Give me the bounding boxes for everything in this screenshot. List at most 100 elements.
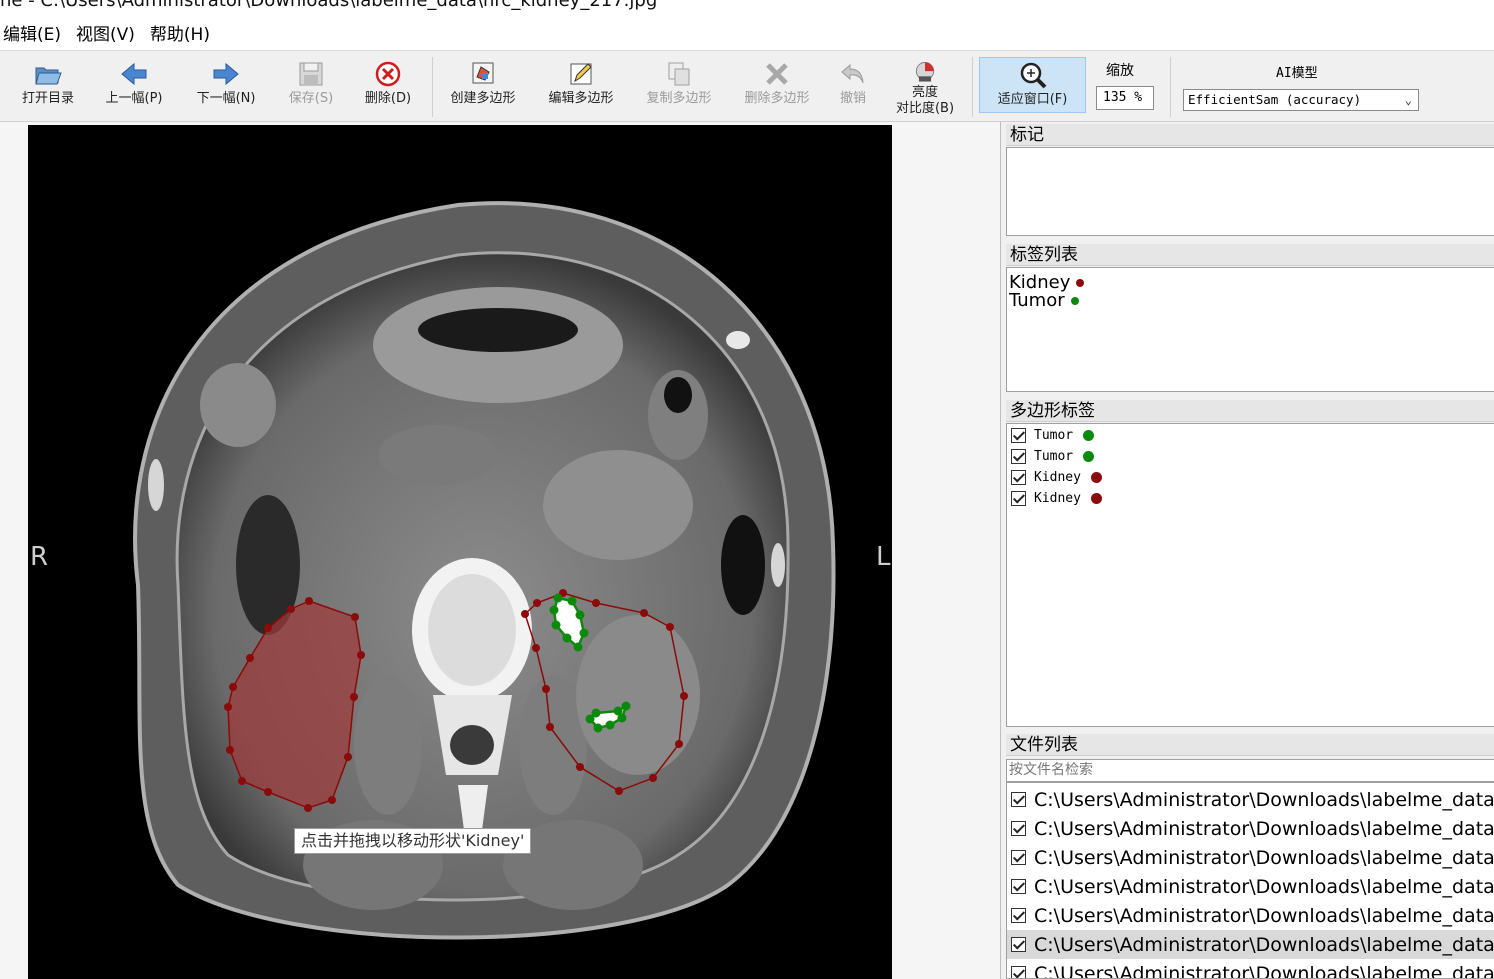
polygon-checkbox[interactable] [1011, 449, 1026, 464]
kidney-vertex[interactable] [344, 753, 352, 761]
kidney-vertex[interactable] [224, 703, 232, 711]
file-list-item[interactable]: C:\Users\Administrator\Downloads\labelme… [1007, 959, 1494, 978]
prev-image-button[interactable]: 上一幅(P) [96, 57, 172, 117]
file-list-item[interactable]: C:\Users\Administrator\Downloads\labelme… [1007, 901, 1494, 930]
tumor-vertex[interactable] [585, 714, 595, 724]
edit-pencil-icon [570, 63, 592, 85]
tumor-vertex[interactable] [593, 723, 603, 733]
menu-help[interactable]: 帮助(H) [147, 20, 218, 50]
kidney-vertex[interactable] [521, 610, 529, 618]
file-checkbox[interactable] [1011, 792, 1026, 807]
file-checkbox[interactable] [1011, 821, 1026, 836]
kidney-vertex[interactable] [304, 804, 312, 812]
menu-edit[interactable]: 编辑(E) [0, 20, 69, 50]
kidney-vertex[interactable] [615, 787, 623, 795]
create-polygon-icon [472, 62, 494, 84]
kidney-vertex[interactable] [264, 788, 272, 796]
kidney-vertex[interactable] [680, 692, 688, 700]
next-image-button[interactable]: 下一幅(N) [188, 57, 264, 117]
file-checkbox[interactable] [1011, 937, 1026, 952]
kidney-vertex[interactable] [546, 723, 554, 731]
file-list-item[interactable]: C:\Users\Administrator\Downloads\labelme… [1007, 814, 1494, 843]
file-path: C:\Users\Administrator\Downloads\labelme… [1034, 846, 1494, 869]
tumor-vertex[interactable] [573, 642, 583, 652]
kidney-vertex[interactable] [666, 623, 674, 631]
label-list-item[interactable]: Kidney [1007, 274, 1494, 292]
polygon-item[interactable]: Kidney [1007, 467, 1494, 488]
create-polygon-button[interactable]: 创建多边形 [440, 57, 526, 117]
polygon-checkbox[interactable] [1011, 428, 1026, 443]
delete-polygon-button[interactable]: 删除多边形 [734, 57, 820, 117]
kidney-vertex[interactable] [305, 597, 313, 605]
file-checkbox[interactable] [1011, 908, 1026, 923]
right-dock: 标记 标签列表 Kidney Tumor 多边形标签 Tumor Tumor K… [1000, 122, 1494, 979]
kidney-vertex[interactable] [576, 763, 584, 771]
tumor-vertex[interactable] [549, 605, 559, 615]
tumor-vertex[interactable] [551, 620, 561, 630]
edit-polygon-button[interactable]: 编辑多边形 [538, 57, 624, 117]
tumor-vertex[interactable] [575, 610, 585, 620]
polygon-labels-panel[interactable]: Tumor Tumor Kidney Kidney [1006, 423, 1494, 727]
kidney-vertex[interactable] [226, 746, 234, 754]
menu-view[interactable]: 视图(V) [73, 20, 143, 50]
kidney-vertex[interactable] [351, 613, 359, 621]
menu-bar: 编辑(E) 视图(V) 帮助(H) [0, 20, 1494, 50]
ai-model-select[interactable]: EfficientSam (accuracy) ⌄ [1183, 89, 1419, 111]
tumor-vertex[interactable] [553, 593, 563, 603]
label-list-item[interactable]: Tumor [1007, 292, 1494, 310]
kidney-vertex[interactable] [675, 740, 683, 748]
kidney-vertex[interactable] [246, 654, 254, 662]
brightness-contrast-button[interactable]: 亮度 对比度(B) [886, 57, 964, 117]
file-checkbox[interactable] [1011, 966, 1026, 978]
kidney-vertex[interactable] [328, 796, 336, 804]
file-list-item-selected[interactable]: C:\Users\Administrator\Downloads\labelme… [1007, 930, 1494, 959]
kidney-vertex[interactable] [640, 609, 648, 617]
tumor-vertex[interactable] [567, 596, 577, 606]
label-color-dot [1076, 279, 1085, 287]
toolbar: 打开目录 上一幅(P) 下一幅(N) 保存(S) 删除(D) 创建多边形 编辑多… [0, 50, 1494, 122]
file-list-panel[interactable]: C:\Users\Administrator\Downloads\labelme… [1006, 782, 1494, 979]
kidney-vertex[interactable] [542, 685, 550, 693]
next-image-label: 下一幅(N) [196, 91, 256, 106]
kidney-vertex[interactable] [238, 777, 246, 785]
polygon-item[interactable]: Tumor [1007, 446, 1494, 467]
tumor-vertex[interactable] [617, 713, 627, 723]
arrow-left-icon [121, 62, 147, 86]
kidney-vertex[interactable] [592, 599, 600, 607]
polygon-checkbox[interactable] [1011, 491, 1026, 506]
file-checkbox[interactable] [1011, 879, 1026, 894]
copy-polygon-button[interactable]: 复制多边形 [636, 57, 722, 117]
fit-window-button[interactable]: 适应窗口(F) [979, 57, 1086, 113]
file-search-input[interactable]: 按文件名检索 [1006, 759, 1494, 782]
tumor-vertex[interactable] [579, 628, 589, 638]
polygon-label: Kidney [1034, 491, 1081, 506]
save-button[interactable]: 保存(S) [280, 57, 342, 117]
zoom-spinbox[interactable]: 135 % [1096, 86, 1154, 110]
brightness-label-1: 亮度 [911, 85, 938, 100]
tumor-vertex[interactable] [605, 720, 615, 730]
kidney-vertex[interactable] [533, 599, 541, 607]
kidney-vertex[interactable] [532, 644, 540, 652]
tumor-vertex[interactable] [621, 701, 631, 711]
label-list-panel[interactable]: Kidney Tumor [1006, 267, 1494, 392]
file-checkbox[interactable] [1011, 850, 1026, 865]
undo-button[interactable]: 撤销 [830, 57, 876, 117]
kidney-vertex[interactable] [287, 605, 295, 613]
kidney-vertex[interactable] [350, 693, 358, 701]
polygon-checkbox[interactable] [1011, 470, 1026, 485]
kidney-vertex[interactable] [357, 651, 365, 659]
kidney-vertex[interactable] [649, 774, 657, 782]
tumor-vertex[interactable] [562, 633, 572, 643]
canvas-area[interactable]: R L 点击并拖拽以移动形状'Kidney' [0, 122, 1000, 979]
delete-file-button[interactable]: 删除(D) [356, 57, 420, 117]
file-list-item[interactable]: C:\Users\Administrator\Downloads\labelme… [1007, 872, 1494, 901]
kidney-vertex[interactable] [229, 683, 237, 691]
polygon-item[interactable]: Tumor [1007, 425, 1494, 446]
open-dir-button[interactable]: 打开目录 [14, 57, 82, 117]
file-list-item[interactable]: C:\Users\Administrator\Downloads\labelme… [1007, 843, 1494, 872]
kidney-vertex[interactable] [264, 624, 272, 632]
polygon-item[interactable]: Kidney [1007, 488, 1494, 509]
flags-panel[interactable] [1006, 147, 1494, 236]
arrow-right-icon [213, 62, 239, 86]
file-list-item[interactable]: C:\Users\Administrator\Downloads\labelme… [1007, 785, 1494, 814]
